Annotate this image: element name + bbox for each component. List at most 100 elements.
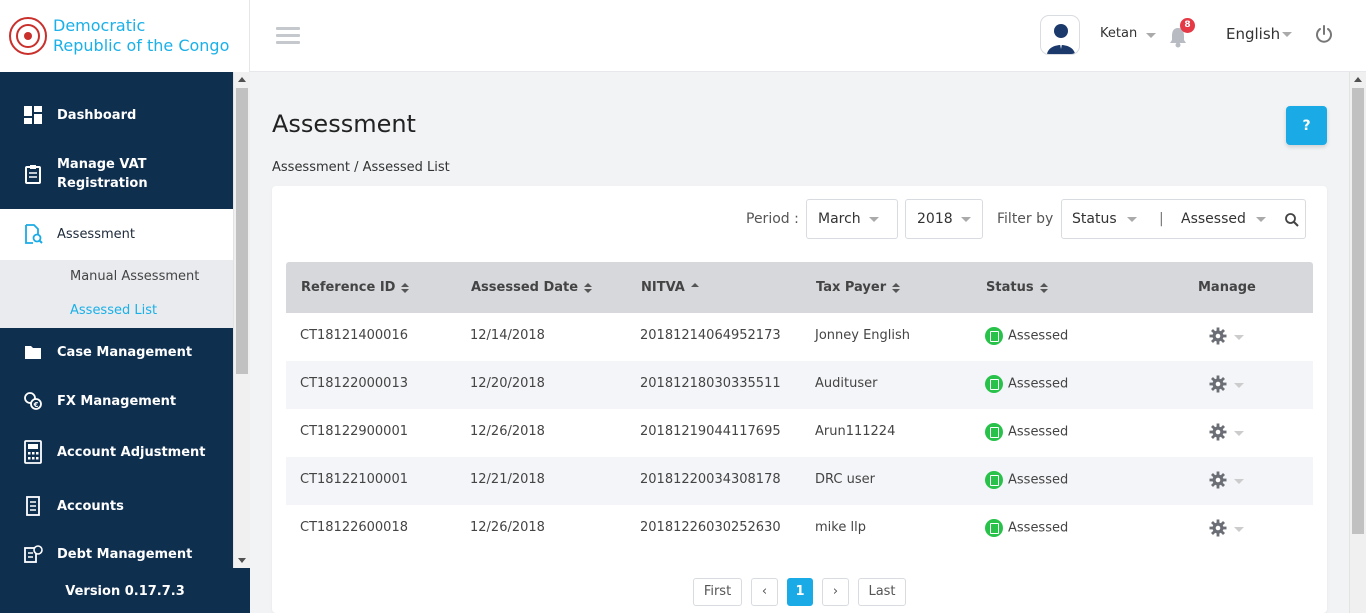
folder-icon	[25, 346, 41, 359]
brand-name-line2: Republic of the Congo	[53, 36, 230, 55]
sidebar-item-debt-management[interactable]: Debt Management	[0, 542, 233, 566]
reference-id-cell: CT18122100001	[300, 472, 408, 487]
filter-field-value: Status	[1072, 211, 1117, 227]
status-badge: Assessed	[985, 519, 1068, 537]
tax-payer-cell: mike llp	[815, 520, 866, 535]
status-check-icon	[985, 375, 1003, 393]
chevron-down-icon[interactable]	[1234, 335, 1244, 340]
status-badge: Assessed	[985, 423, 1068, 441]
status-label: Assessed	[1008, 328, 1069, 344]
dashboard-icon	[24, 106, 42, 124]
receipt-icon	[26, 496, 40, 516]
scrollbar-thumb[interactable]	[236, 88, 248, 374]
chevron-down-icon[interactable]	[1234, 527, 1244, 532]
column-header-assessed-date[interactable]: Assessed Date	[471, 262, 593, 313]
gear-icon[interactable]	[1209, 423, 1227, 441]
column-header-label: Status	[986, 280, 1034, 295]
sidebar-item-account-adjustment[interactable]: Account Adjustment	[0, 440, 233, 464]
sort-icon	[892, 282, 901, 293]
sidebar-item-accounts[interactable]: Accounts	[0, 494, 233, 518]
scroll-up-icon[interactable]	[1354, 77, 1362, 82]
scroll-up-icon[interactable]	[238, 77, 246, 82]
gear-icon[interactable]	[1209, 375, 1227, 393]
sort-icon	[401, 282, 410, 293]
help-button[interactable]: ?	[1286, 106, 1327, 145]
pagination-next-button[interactable]: ›	[822, 578, 849, 606]
sort-icon	[1039, 282, 1048, 293]
sidebar-scrollbar[interactable]	[233, 72, 250, 568]
sidebar-item-label: Account Adjustment	[57, 444, 206, 460]
status-badge: Assessed	[985, 375, 1068, 393]
pagination-page-1[interactable]: 1	[787, 578, 813, 606]
assessed-date-cell: 12/20/2018	[470, 376, 545, 391]
submenu-item-manual-assessment[interactable]: Manual Assessment	[70, 269, 199, 284]
status-label: Assessed	[1008, 520, 1069, 536]
filter-box: Status | Assessed	[1061, 199, 1306, 239]
column-header-nitva[interactable]: NITVA	[641, 262, 699, 313]
assessed-date-cell: 12/26/2018	[470, 424, 545, 439]
avatar[interactable]	[1040, 15, 1080, 55]
tax-payer-cell: DRC user	[815, 472, 875, 487]
chevron-down-icon[interactable]	[1146, 33, 1156, 38]
chevron-down-icon	[960, 216, 971, 222]
brand-name-line1: Democratic	[53, 16, 146, 35]
submenu-item-assessed-list[interactable]: Assessed List	[70, 303, 157, 318]
sidebar-item-label: FX Management	[57, 393, 177, 409]
sidebar-item-fx-management[interactable]: € FX Management	[0, 389, 233, 413]
month-select[interactable]: March	[806, 199, 898, 239]
brand-logo[interactable]: Democratic Republic of the Congo	[0, 0, 250, 72]
tax-payer-cell: Audituser	[815, 376, 878, 391]
sidebar-item-assessment[interactable]: Assessment	[0, 209, 233, 260]
version-label: Version 0.17.7.3	[0, 568, 250, 613]
column-header-label: Reference ID	[301, 280, 396, 295]
filter-field-select[interactable]: Status	[1072, 211, 1138, 227]
gear-icon[interactable]	[1209, 519, 1227, 537]
status-label: Assessed	[1008, 424, 1069, 440]
chevron-down-icon[interactable]	[1234, 479, 1244, 484]
status-badge: Assessed	[985, 327, 1068, 345]
sidebar-item-dashboard[interactable]: Dashboard	[0, 99, 233, 131]
debt-icon	[24, 545, 43, 563]
pagination-first-button[interactable]: First	[693, 578, 742, 606]
status-check-icon	[985, 327, 1003, 345]
gear-icon[interactable]	[1209, 471, 1227, 489]
chevron-down-icon[interactable]	[1234, 431, 1244, 436]
document-search-icon	[25, 224, 43, 244]
page-scrollbar[interactable]	[1349, 72, 1366, 613]
page-title: Assessment	[272, 110, 416, 138]
filter-by-label: Filter by	[997, 211, 1054, 227]
assessment-submenu: Manual Assessment Assessed List	[0, 260, 233, 328]
filter-value-select[interactable]: Assessed	[1181, 211, 1267, 227]
gear-icon[interactable]	[1209, 327, 1227, 345]
clipboard-icon	[25, 165, 41, 184]
reference-id-cell: CT18121400016	[300, 328, 408, 343]
sidebar-item-label: Dashboard	[57, 107, 137, 123]
menu-toggle-icon[interactable]	[276, 27, 300, 45]
table-header: Reference ID Assessed Date NITVA Tax Pay…	[286, 262, 1313, 313]
column-header-tax-payer[interactable]: Tax Payer	[816, 262, 901, 313]
column-header-reference-id[interactable]: Reference ID	[301, 262, 410, 313]
reference-id-cell: CT18122600018	[300, 520, 408, 535]
assessed-date-cell: 12/21/2018	[470, 472, 545, 487]
pagination-last-button[interactable]: Last	[858, 578, 906, 606]
power-icon[interactable]	[1314, 24, 1334, 44]
brand-name: Democratic Republic of the Congo	[53, 16, 229, 56]
chevron-down-icon[interactable]	[1234, 383, 1244, 388]
column-header-status[interactable]: Status	[986, 262, 1048, 313]
language-selector[interactable]: English	[1226, 25, 1280, 43]
table-row: CT18122900001 12/26/2018 20181219044117695…	[286, 409, 1313, 457]
status-check-icon	[985, 471, 1003, 489]
sidebar-item-manage-vat-registration[interactable]: Manage VAT Registration	[0, 154, 200, 194]
pagination-prev-button[interactable]: ‹	[751, 578, 778, 606]
coat-of-arms-icon	[9, 17, 47, 55]
status-check-icon	[985, 519, 1003, 537]
filter-separator: |	[1159, 211, 1164, 227]
search-icon[interactable]	[1284, 212, 1300, 228]
status-badge: Assessed	[985, 471, 1068, 489]
sidebar-item-case-management[interactable]: Case Management	[0, 340, 233, 364]
year-select[interactable]: 2018	[905, 199, 983, 239]
user-name[interactable]: Ketan	[1100, 26, 1137, 41]
scroll-down-icon[interactable]	[238, 558, 246, 563]
scrollbar-thumb[interactable]	[1352, 88, 1364, 534]
chevron-down-icon[interactable]	[1282, 32, 1292, 37]
